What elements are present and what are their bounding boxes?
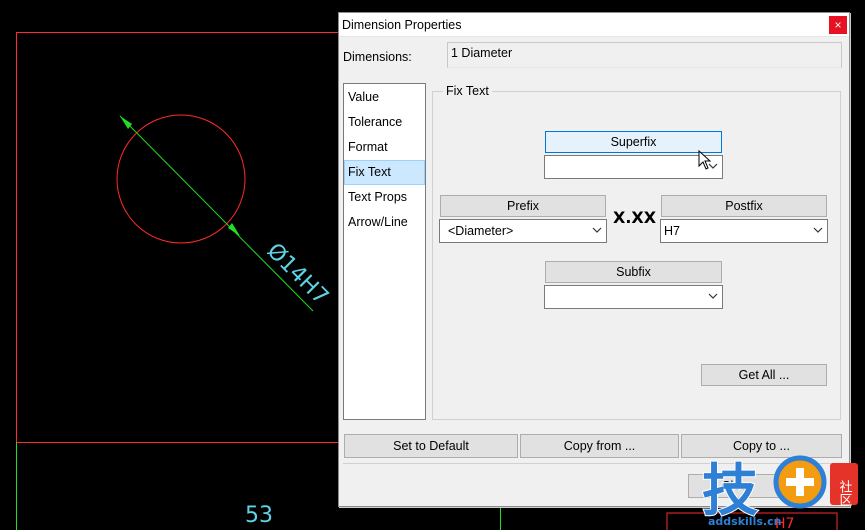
mouse-cursor-icon [698, 150, 712, 170]
chevron-down-icon [813, 227, 823, 233]
superfix-combo[interactable] [544, 155, 723, 179]
dimension-properties-dialog: Dimension Properties × Dimensions: 1 Dia… [338, 12, 850, 507]
prefix-value: <Diameter> [448, 224, 514, 238]
superfix-button[interactable]: Superfix [545, 131, 722, 153]
nav-item-format[interactable]: Format [344, 135, 425, 160]
nav-item-fix-text[interactable]: Fix Text [344, 160, 425, 185]
subfix-combo[interactable] [544, 285, 723, 309]
postfix-button[interactable]: Postfix [661, 195, 827, 217]
nav-item-text-props[interactable]: Text Props [344, 185, 425, 210]
subfix-button[interactable]: Subfix [545, 261, 722, 283]
dialog-title: Dimension Properties [342, 18, 462, 32]
watermark-badge: 社区 [837, 479, 853, 506]
diameter-dimension-line [119, 115, 314, 312]
dimension-arrow-end [228, 223, 240, 236]
bottom-number: 53 [245, 503, 273, 528]
dimensions-label: Dimensions: [343, 50, 412, 64]
nav-item-tolerance[interactable]: Tolerance [344, 110, 425, 135]
copy-from-button[interactable]: Copy from ... [520, 434, 679, 458]
drawing-border [16, 32, 357, 443]
close-icon[interactable]: × [829, 16, 847, 34]
postfix-combo[interactable]: H7 [660, 219, 828, 243]
dimension-text: Ø14H7 [262, 239, 333, 310]
nav-item-arrow-line[interactable]: Arrow/Line [344, 210, 425, 235]
value-placeholder: X.XX [613, 208, 657, 227]
category-list[interactable]: Value Tolerance Format Fix Text Text Pro… [343, 83, 426, 420]
chevron-down-icon [708, 293, 718, 299]
chevron-down-icon [592, 227, 602, 233]
prefix-button[interactable]: Prefix [440, 195, 606, 217]
plus-bar-v [796, 468, 804, 496]
title-bar[interactable]: Dimension Properties × [339, 13, 849, 37]
postfix-value: H7 [664, 224, 680, 238]
group-title: Fix Text [443, 84, 492, 98]
set-to-default-button[interactable]: Set to Default [344, 434, 518, 458]
dimension-arrow-start [120, 116, 132, 129]
hole-circle [116, 114, 246, 244]
get-all-button[interactable]: Get All ... [701, 364, 827, 386]
nav-item-value[interactable]: Value [344, 85, 425, 110]
watermark-url: addskills.cn [708, 515, 781, 528]
dimensions-field: 1 Diameter [447, 42, 842, 68]
watermark-logo: 技 社区 addskills.cn [701, 455, 858, 528]
prefix-combo[interactable]: <Diameter> [439, 219, 607, 243]
